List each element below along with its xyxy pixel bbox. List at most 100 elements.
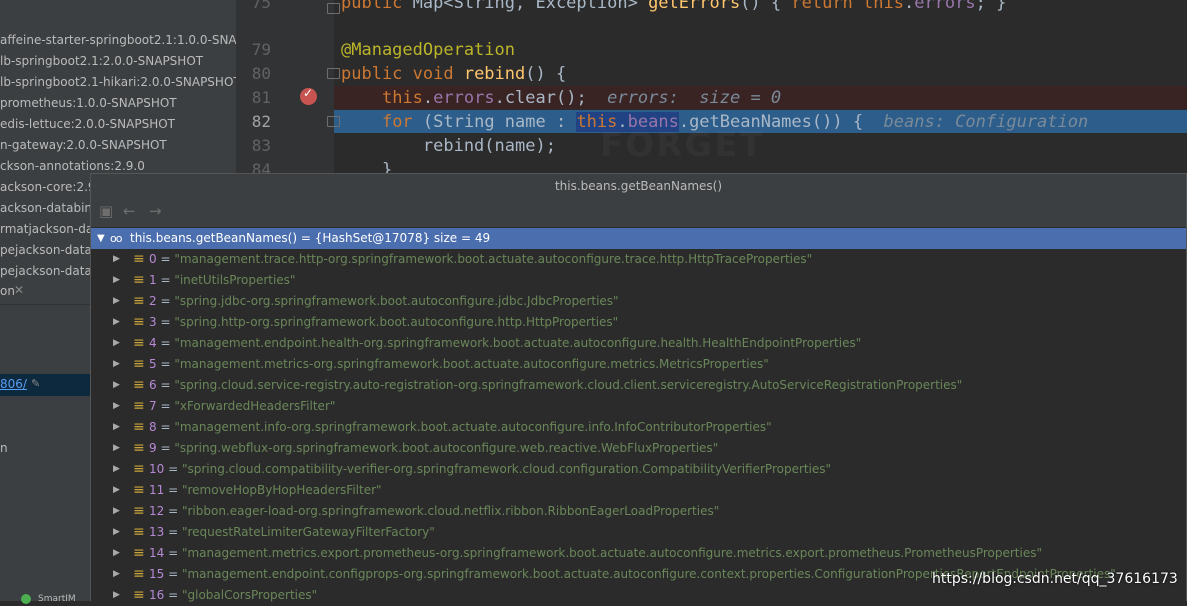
field-icon: ≡ [133,356,145,372]
field-icon: ≡ [133,251,145,267]
field-icon: ≡ [133,314,145,330]
fold-marker-icon[interactable] [327,3,340,14]
equals-sign: = [156,315,175,329]
expand-arrow-icon[interactable]: ▶ [113,501,120,522]
tool-tab-label: on [0,284,15,298]
entry-index: 2 [149,294,157,308]
entry-value: "requestRateLimiterGatewayFilterFactory" [181,525,435,539]
library-item[interactable]: edis-lettuce:2.0.0-SNAPSHOT [0,114,175,135]
entry-value: "management.metrics-org.springframework.… [174,357,769,371]
entry-index: 10 [149,462,165,476]
expand-arrow-icon[interactable]: ▶ [113,312,120,333]
expand-arrow-icon[interactable]: ▶ [113,564,120,585]
entry-value: "xForwardedHeadersFilter" [174,399,336,413]
expand-arrow-icon[interactable]: ▶ [113,459,120,480]
back-arrow-icon[interactable]: ← [123,202,136,220]
popup-toolbar: ▣ ← → [91,199,1186,227]
entry-value: "spring.http-org.springframework.boot.au… [174,315,619,329]
equals-sign: = [164,588,182,602]
code-line: public void rebind() { [341,64,567,84]
expand-arrow-icon[interactable]: ▶ [113,249,120,270]
tree-entry: 4 = "management.endpoint.health-org.spri… [149,333,861,354]
field-icon: ≡ [133,440,145,456]
expand-arrow-icon[interactable]: ▶ [113,438,120,459]
entry-index: 15 [149,567,165,581]
expand-arrow-icon[interactable]: ▶ [113,270,120,291]
variables-tree: ▼ oo this.beans.getBeanNames() = {HashSe… [91,227,1186,603]
tree-row[interactable]: ▶ ≡ 11 = "removeHopByHopHeadersFilter" [91,480,1186,501]
tree-entry: 7 = "xForwardedHeadersFilter" [149,396,335,417]
entry-index: 1 [149,273,157,287]
tree-row[interactable]: ▶ ≡ 10 = "spring.cloud.compatibility-verif… [91,459,1186,480]
pencil-icon[interactable]: ✎ [31,377,40,390]
expand-arrow-icon[interactable]: ▶ [113,375,120,396]
url-link[interactable]: 806/ [0,377,27,391]
library-item[interactable]: ackson-databind [0,198,100,219]
entry-index: 0 [149,252,157,266]
entry-index: 6 [149,378,157,392]
field-icon: ≡ [133,587,145,603]
tree-row[interactable]: ▶ ≡ 2 = "spring.jdbc-org.springframework.b… [91,291,1186,312]
expand-arrow-icon[interactable]: ▶ [113,333,120,354]
tree-root-row[interactable]: ▼ oo this.beans.getBeanNames() = {HashSe… [91,228,1186,249]
fold-marker-icon[interactable] [327,68,340,79]
fold-marker-icon[interactable] [327,116,340,127]
library-item[interactable]: lb-springboot2.1-hikari:2.0.0-SNAPSHOT [0,72,241,93]
tree-row[interactable]: ▶ ≡ 1 = "inetUtilsProperties" [91,270,1186,291]
field-icon: ≡ [133,482,145,498]
code-line: public Map<String, Exception> getErrors(… [341,0,1007,13]
panel-label: n [0,441,8,455]
popup-title: this.beans.getBeanNames() [91,174,1186,199]
expand-arrow-icon[interactable]: ▶ [113,354,120,375]
library-item[interactable]: prometheus:1.0.0-SNAPSHOT [0,93,177,114]
tree-row[interactable]: ▶ ≡ 3 = "spring.http-org.springframework.b… [91,312,1186,333]
tree-row[interactable]: ▶ ≡ 0 = "management.trace.http-org.springf… [91,249,1186,270]
tree-row[interactable]: ▶ ≡ 6 = "spring.cloud.service-registry.aut… [91,375,1186,396]
tree-row[interactable]: ▶ ≡ 8 = "management.info-org.springframewo… [91,417,1186,438]
tree-row[interactable]: ▶ ≡ 13 = "requestRateLimiterGatewayFilterF… [91,522,1186,543]
smartim-icon[interactable] [21,594,31,604]
tree-row[interactable]: ▶ ≡ 12 = "ribbon.eager-load-org.springfram… [91,501,1186,522]
tree-entry: 6 = "spring.cloud.service-registry.auto-… [149,375,962,396]
field-icon: ≡ [133,293,145,309]
collapse-arrow-icon[interactable]: ▼ [97,228,105,249]
tree-row[interactable]: ▶ ≡ 14 = "management.metrics.export.promet… [91,543,1186,564]
library-item[interactable]: n-gateway:2.0.0-SNAPSHOT [0,135,167,156]
field-icon: ≡ [133,377,145,393]
library-item[interactable]: rmatjackson-da [0,219,93,240]
expand-arrow-icon[interactable]: ▶ [113,291,120,312]
tree-row[interactable]: ▶ ≡ 7 = "xForwardedHeadersFilter" [91,396,1186,417]
equals-sign: = [156,273,175,287]
equals-sign: = [156,378,175,392]
equals-sign: = [156,294,175,308]
tree-row[interactable]: ▶ ≡ 16 = "globalCorsProperties" [91,585,1186,606]
entry-index: 5 [149,357,157,371]
tree-row[interactable]: ▶ ≡ 9 = "spring.webflux-org.springframewor… [91,438,1186,459]
equals-sign: = [156,441,175,455]
code-line: for (String name : this.beans.getBeanNam… [381,112,1089,132]
tree-entry: 3 = "spring.http-org.springframework.boo… [149,312,618,333]
library-item[interactable]: pejackson-data [0,240,92,261]
tree-entry: 5 = "management.metrics-org.springframew… [149,354,769,375]
field-icon: ≡ [133,524,145,540]
equals-sign: = [164,504,182,518]
expand-arrow-icon[interactable]: ▶ [113,417,120,438]
entry-index: 12 [149,504,165,518]
equals-sign: = [156,252,175,266]
expand-arrow-icon[interactable]: ▶ [113,480,120,501]
equals-sign: = [164,525,182,539]
library-item[interactable]: lb-springboot2.1:2.0.0-SNAPSHOT [0,51,203,72]
library-item[interactable]: pejackson-data [0,261,92,282]
expand-arrow-icon[interactable]: ▶ [113,522,120,543]
forward-arrow-icon[interactable]: → [149,202,162,220]
expand-arrow-icon[interactable]: ▶ [113,543,120,564]
entry-index: 4 [149,336,157,350]
add-watch-icon[interactable]: ▣ [99,202,113,220]
tree-row[interactable]: ▶ ≡ 4 = "management.endpoint.health-org.sp… [91,333,1186,354]
expand-arrow-icon[interactable]: ▶ [113,585,120,606]
tree-row[interactable]: ▶ ≡ 5 = "management.metrics-org.springfram… [91,354,1186,375]
close-icon[interactable]: ✕ [14,283,24,297]
entry-value: "ribbon.eager-load-org.springframework.c… [181,504,720,518]
expand-arrow-icon[interactable]: ▶ [113,396,120,417]
library-item[interactable]: ackson-core:2.9. [0,177,99,198]
